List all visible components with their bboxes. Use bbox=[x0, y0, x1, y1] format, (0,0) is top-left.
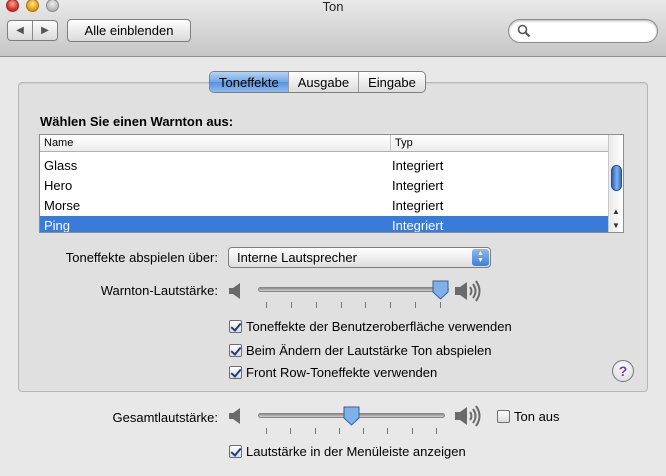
slider-tick bbox=[436, 428, 437, 434]
show-volume-in-menubar-checkbox[interactable]: Lautstärke in der Menüleiste anzeigen bbox=[229, 444, 466, 459]
slider-tick bbox=[315, 428, 316, 434]
tab-eingabe[interactable]: Eingabe bbox=[358, 72, 425, 92]
slider-tick bbox=[390, 302, 391, 308]
checkbox-label: Beim Ändern der Lautstärke Ton abspielen bbox=[246, 343, 492, 358]
scroll-up-arrow-icon[interactable]: ▲ bbox=[612, 207, 620, 216]
front-row-effects-checkbox[interactable]: Front Row-Toneffekte verwenden bbox=[229, 365, 437, 380]
help-button[interactable]: ? bbox=[612, 360, 634, 382]
row-type: Integriert bbox=[392, 178, 444, 193]
alert-sound-heading: Wählen Sie einen Warnton aus: bbox=[40, 114, 234, 129]
slider-tick bbox=[412, 428, 413, 434]
row-name: Glass bbox=[44, 158, 78, 173]
slider-tick bbox=[440, 302, 441, 308]
row-name: Hero bbox=[44, 178, 73, 193]
search-icon bbox=[517, 24, 531, 38]
column-header-type[interactable]: Typ bbox=[390, 135, 610, 151]
alert-volume-ticks bbox=[266, 302, 441, 308]
slider-tick bbox=[363, 428, 364, 434]
scrollbar-thumb[interactable] bbox=[611, 165, 622, 191]
table-row[interactable]: Hero Integriert bbox=[40, 176, 610, 196]
alert-volume-slider[interactable] bbox=[258, 280, 449, 300]
row-type: Integriert bbox=[392, 218, 444, 233]
row-name: Ping bbox=[44, 218, 71, 233]
checkbox-box[interactable] bbox=[229, 320, 242, 333]
window-toolbar: Ton ◀ ▶ Alle einblenden bbox=[0, 0, 666, 57]
table-scrollbar[interactable]: ▲ ▼ bbox=[608, 135, 623, 232]
slider-tick bbox=[266, 302, 267, 308]
back-button[interactable]: ◀ bbox=[8, 21, 32, 40]
output-volume-ticks bbox=[266, 428, 437, 434]
table-row[interactable]: Glass Integriert bbox=[40, 156, 610, 176]
checkbox-box[interactable] bbox=[229, 344, 242, 357]
slider-tick bbox=[415, 302, 416, 308]
search-field[interactable] bbox=[508, 19, 658, 43]
output-device-popup[interactable]: Interne Lautsprecher ▲ ▼ bbox=[228, 247, 491, 268]
alert-sound-table: Name Typ Integriert Glass Integriert Her… bbox=[39, 134, 624, 233]
scroll-down-arrow-icon[interactable]: ▼ bbox=[612, 221, 620, 230]
column-header-name[interactable]: Name bbox=[44, 137, 73, 149]
table-row-selected[interactable]: Ping Integriert bbox=[40, 216, 610, 233]
speaker-quiet-icon bbox=[229, 408, 240, 424]
slider-tick bbox=[266, 428, 267, 434]
slider-tick bbox=[365, 302, 366, 308]
volume-feedback-checkbox[interactable]: Beim Ändern der Lautstärke Ton abspielen bbox=[229, 343, 491, 358]
search-input[interactable] bbox=[535, 23, 650, 39]
table-row[interactable]: Morse Integriert bbox=[40, 196, 610, 216]
checkbox-label: Lautstärke in der Menüleiste anzeigen bbox=[246, 444, 466, 459]
popup-value: Interne Lautsprecher bbox=[237, 250, 357, 265]
alert-volume-label: Warnton-Lautstärke: bbox=[100, 283, 218, 298]
checkbox-label: Front Row-Toneffekte verwenden bbox=[246, 365, 438, 380]
row-type: Integriert bbox=[392, 198, 444, 213]
checkbox-box[interactable] bbox=[229, 366, 242, 379]
row-name: Morse bbox=[44, 198, 81, 213]
show-all-button[interactable]: Alle einblenden bbox=[67, 19, 191, 42]
slider-tick bbox=[291, 302, 292, 308]
nav-segment: ◀ ▶ bbox=[7, 20, 58, 41]
table-header: Name Typ bbox=[40, 135, 610, 152]
slider-tick bbox=[316, 302, 317, 308]
mute-checkbox[interactable]: Ton aus bbox=[497, 409, 560, 424]
checkbox-box[interactable] bbox=[497, 410, 510, 423]
tab-ausgabe[interactable]: Ausgabe bbox=[287, 72, 358, 92]
checkbox-box[interactable] bbox=[229, 445, 242, 458]
play-through-label: Toneffekte abspielen über: bbox=[65, 250, 218, 265]
ui-sound-effects-checkbox[interactable]: Toneffekte der Benutzeroberfläche verwen… bbox=[229, 319, 512, 334]
speaker-loud-icon bbox=[455, 280, 481, 302]
slider-knob[interactable] bbox=[432, 280, 449, 300]
checkbox-label: Ton aus bbox=[514, 409, 560, 424]
popup-arrows-icon: ▲ ▼ bbox=[472, 249, 489, 266]
forward-button[interactable]: ▶ bbox=[32, 21, 57, 40]
tab-toneffekte[interactable]: Toneffekte bbox=[210, 72, 288, 92]
slider-tick bbox=[290, 428, 291, 434]
output-volume-label: Gesamtlautstärke: bbox=[112, 410, 219, 425]
speaker-loud-icon bbox=[455, 405, 481, 427]
slider-tick bbox=[341, 302, 342, 308]
output-volume-slider[interactable] bbox=[258, 406, 445, 426]
row-type: Integriert bbox=[392, 158, 444, 173]
table-rows: Integriert Glass Integriert Hero Integri… bbox=[40, 152, 610, 233]
speaker-quiet-icon bbox=[229, 283, 240, 299]
tab-bar: Toneffekte Ausgabe Eingabe bbox=[209, 71, 426, 93]
slider-tick bbox=[387, 428, 388, 434]
slider-knob[interactable] bbox=[343, 406, 360, 426]
slider-track bbox=[258, 287, 449, 292]
window-title: Ton bbox=[322, 0, 344, 14]
checkbox-label: Toneffekte der Benutzeroberfläche verwen… bbox=[246, 319, 512, 334]
slider-tick bbox=[339, 428, 340, 434]
